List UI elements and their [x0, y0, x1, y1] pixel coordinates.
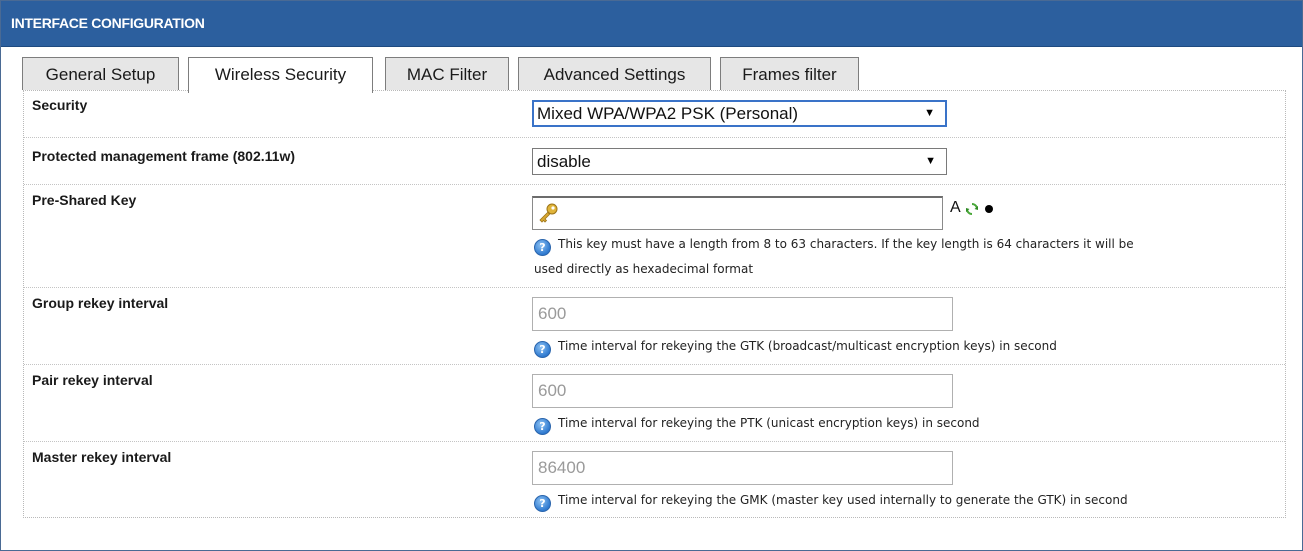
refresh-icon[interactable] — [964, 201, 980, 217]
help-icon: ? — [534, 418, 551, 435]
help-icon: ? — [534, 341, 551, 358]
pair-rekey-input[interactable]: 600 — [532, 374, 953, 408]
pair-rekey-label: Pair rekey interval — [32, 372, 153, 388]
key-icon — [539, 203, 558, 223]
tab-general-setup[interactable]: General Setup — [22, 57, 179, 90]
chevron-down-icon: ▼ — [925, 155, 936, 167]
master-rekey-help: ? Time interval for rekeying the GMK (mas… — [534, 488, 1128, 513]
psk-row: Pre-Shared Key A ? This key must have a … — [24, 185, 1285, 288]
pair-rekey-help-text: Time interval for rekeying the PTK (unic… — [558, 416, 980, 430]
tab-frames-filter[interactable]: Frames filter — [720, 57, 859, 90]
show-key-toggle[interactable]: A — [950, 199, 961, 217]
psk-help-line1: This key must have a length from 8 to 63… — [558, 237, 1134, 251]
security-label: Security — [32, 97, 88, 113]
group-rekey-input[interactable]: 600 — [532, 297, 953, 331]
chevron-down-icon: ▼ — [924, 107, 935, 119]
group-rekey-help-text: Time interval for rekeying the GTK (broa… — [558, 339, 1057, 353]
tab-mac-filter[interactable]: MAC Filter — [385, 57, 509, 90]
help-icon: ? — [534, 239, 551, 256]
psk-help: ? This key must have a length from 8 to 6… — [534, 232, 1134, 257]
master-rekey-help-text: Time interval for rekeying the GMK (mast… — [558, 493, 1128, 507]
interface-configuration-panel: INTERFACE CONFIGURATION General Setup Wi… — [0, 0, 1303, 551]
password-dot-icon — [985, 205, 993, 213]
panel-title: INTERFACE CONFIGURATION — [11, 15, 205, 31]
pair-rekey-row: Pair rekey interval 600 ? Time interval f… — [24, 365, 1285, 442]
pair-rekey-help: ? Time interval for rekeying the PTK (uni… — [534, 411, 980, 436]
psk-help-line2: used directly as hexadecimal format — [534, 262, 754, 276]
master-rekey-input[interactable]: 86400 — [532, 451, 953, 485]
tab-advanced-settings[interactable]: Advanced Settings — [518, 57, 711, 90]
security-row: Security Mixed WPA/WPA2 PSK (Personal) ▼ — [24, 91, 1285, 138]
wireless-security-form: Security Mixed WPA/WPA2 PSK (Personal) ▼… — [23, 90, 1286, 518]
panel-header: INTERFACE CONFIGURATION — [1, 1, 1302, 47]
master-rekey-label: Master rekey interval — [32, 449, 172, 465]
security-select-value: Mixed WPA/WPA2 PSK (Personal) — [537, 104, 799, 123]
help-icon: ? — [534, 495, 551, 512]
group-rekey-label: Group rekey interval — [32, 295, 169, 311]
pmf-select-value: disable — [537, 152, 591, 171]
pmf-label: Protected management frame (802.11w) — [32, 148, 295, 164]
security-select[interactable]: Mixed WPA/WPA2 PSK (Personal) ▼ — [532, 100, 947, 127]
psk-help-continued: used directly as hexadecimal format — [534, 257, 753, 282]
group-rekey-help: ? Time interval for rekeying the GTK (bro… — [534, 334, 1057, 359]
group-rekey-row: Group rekey interval 600 ? Time interval … — [24, 288, 1285, 365]
pmf-row: Protected management frame (802.11w) dis… — [24, 138, 1285, 185]
psk-label: Pre-Shared Key — [32, 192, 137, 208]
master-rekey-row: Master rekey interval 86400 ? Time interv… — [24, 442, 1285, 518]
psk-input[interactable] — [532, 196, 943, 230]
tab-wireless-security[interactable]: Wireless Security — [188, 57, 373, 93]
pmf-select[interactable]: disable ▼ — [532, 148, 947, 175]
